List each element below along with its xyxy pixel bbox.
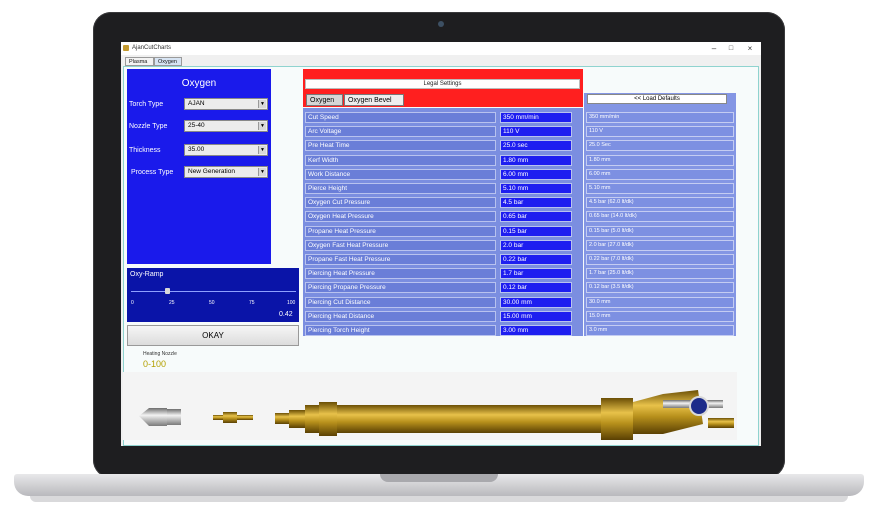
minimize-button[interactable]: – (707, 43, 721, 54)
setting-value-field[interactable]: 6.00 mm (500, 168, 572, 180)
setting-label: Piercing Propane Pressure (305, 282, 496, 294)
torch-type-label: Torch Type (129, 101, 164, 108)
process-type-label: Process Type (131, 169, 174, 176)
nozzle-type-select[interactable]: 25-40 ▼ (184, 120, 268, 132)
ramp-tick: 0 (131, 300, 134, 306)
ramp-tick: 75 (249, 300, 255, 306)
oxy-ramp-value: 0.42 (279, 311, 293, 318)
setting-default-value: 30.0 mm (586, 296, 734, 308)
camera-icon (438, 21, 444, 27)
setting-value-field[interactable]: 2.0 bar (500, 239, 572, 251)
setting-default-value: 0.15 bar (5.0 lt/dk) (586, 225, 734, 237)
nozzle-type-label: Nozzle Type (129, 123, 168, 130)
torch-icon (123, 45, 129, 51)
window-title: AjanCutCharts (132, 45, 172, 51)
setting-default-value: 1.7 bar (25.0 lt/dk) (586, 268, 734, 280)
setting-label: Oxygen Fast Heat Pressure (305, 239, 496, 251)
setting-value-field[interactable]: 0.12 bar (500, 282, 572, 294)
heating-nozzle-value: 0-100 (143, 359, 167, 369)
setting-label: Work Distance (305, 168, 496, 180)
setting-default-value: 15.0 mm (586, 310, 734, 322)
setting-default-value: 25.0 Sec (586, 140, 734, 152)
setting-default-value: 2.0 bar (27.0 lt/dk) (586, 239, 734, 251)
setting-value-field[interactable]: 15.00 mm (500, 310, 572, 322)
setting-label: Pierce Height (305, 183, 496, 194)
window-titlebar: AjanCutCharts – □ × (121, 42, 761, 55)
thickness-label: Thickness (129, 147, 161, 154)
oxy-ramp-track[interactable] (131, 291, 296, 292)
thickness-select[interactable]: 35.00 ▼ (184, 144, 268, 156)
torch-type-select[interactable]: AJAN ▼ (184, 98, 268, 110)
setting-default-value: 0.65 bar (14.0 lt/dk) (586, 211, 734, 223)
setting-label: Oxygen Cut Pressure (305, 197, 496, 209)
setting-default-value: 4.5 bar (62.0 lt/dk) (586, 197, 734, 209)
chevron-down-icon: ▼ (258, 122, 266, 130)
setting-value-field[interactable]: 1.7 bar (500, 268, 572, 280)
setting-label: Piercing Heat Pressure (305, 268, 496, 280)
setting-default-value: 5.10 mm (586, 183, 734, 194)
panel-title: Oxygen (181, 78, 217, 89)
torch-body-icon (275, 390, 734, 440)
chevron-down-icon: ▼ (258, 168, 266, 176)
setting-value-field[interactable]: 0.65 bar (500, 211, 572, 223)
setting-label: Piercing Cut Distance (305, 296, 496, 308)
setting-value-field[interactable]: 350 mm/min (500, 112, 572, 123)
laptop-shadow (30, 496, 848, 502)
oxy-ramp-thumb[interactable] (165, 288, 171, 294)
setting-value-field[interactable]: 0.15 bar (500, 225, 572, 237)
setting-label: Arc Voltage (305, 126, 496, 138)
oxy-ramp-label: Oxy-Ramp (130, 271, 164, 278)
setting-label: Propane Heat Pressure (305, 225, 496, 237)
setting-value-field[interactable]: 3.00 mm (500, 325, 572, 336)
setting-default-value: 3.0 mm (586, 325, 734, 336)
setting-value-field[interactable]: 5.10 mm (500, 183, 572, 194)
ramp-tick: 50 (209, 300, 215, 306)
setting-value-field[interactable]: 25.0 sec (500, 140, 572, 152)
setting-label: Cut Speed (305, 112, 496, 123)
setting-value-field[interactable]: 0.22 bar (500, 254, 572, 265)
setting-label: Piercing Heat Distance (305, 310, 496, 322)
nozzle-type-value: 25-40 (188, 122, 205, 129)
nozzle-icon (139, 408, 181, 426)
okay-button[interactable]: OKAY (127, 325, 299, 346)
close-button[interactable]: × (743, 43, 757, 54)
nozzle-insert-icon (213, 412, 253, 423)
chevron-down-icon: ▼ (258, 100, 266, 108)
process-type-value: New Generation (188, 168, 235, 175)
setting-default-value: 0.12 bar (3.5 lt/dk) (586, 282, 734, 294)
setting-value-field[interactable]: 1.80 mm (500, 154, 572, 166)
torch-type-value: AJAN (188, 100, 205, 107)
setting-label: Piercing Torch Height (305, 325, 496, 336)
ramp-tick: 25 (169, 300, 175, 306)
process-type-select[interactable]: New Generation ▼ (184, 166, 268, 178)
subtab-oxygen-bevel[interactable]: Oxygen Bevel (344, 94, 404, 106)
setting-value-field[interactable]: 110 V (500, 126, 572, 138)
thickness-value: 35.00 (188, 146, 205, 153)
subtab-oxygen[interactable]: Oxygen (306, 94, 343, 106)
legal-settings-title: Legal Settings (305, 79, 580, 89)
laptop-notch (380, 474, 498, 482)
tab-oxygen[interactable]: Oxygen (154, 57, 182, 66)
torch-illustration (139, 390, 734, 440)
setting-default-value: 350 mm/min (586, 112, 734, 123)
setting-label: Kerf Width (305, 154, 496, 166)
maximize-button[interactable]: □ (724, 43, 738, 54)
setting-value-field[interactable]: 30.00 mm (500, 296, 572, 308)
setting-label: Pre Heat Time (305, 140, 496, 152)
setting-default-value: 1.80 mm (586, 154, 734, 166)
chevron-down-icon: ▼ (258, 146, 266, 154)
setting-default-value: 0.22 bar (7.0 lt/dk) (586, 254, 734, 265)
load-defaults-button[interactable]: << Load Defaults (587, 94, 727, 104)
setting-default-value: 110 V (586, 126, 734, 138)
setting-default-value: 6.00 mm (586, 168, 734, 180)
ramp-tick: 100 (287, 300, 296, 306)
setting-label: Oxygen Heat Pressure (305, 211, 496, 223)
setting-label: Propane Fast Heat Pressure (305, 254, 496, 265)
heating-nozzle-label: Heating Nozzle (143, 351, 177, 357)
tab-plasma[interactable]: Plasma (125, 57, 154, 66)
setting-value-field[interactable]: 4.5 bar (500, 197, 572, 209)
